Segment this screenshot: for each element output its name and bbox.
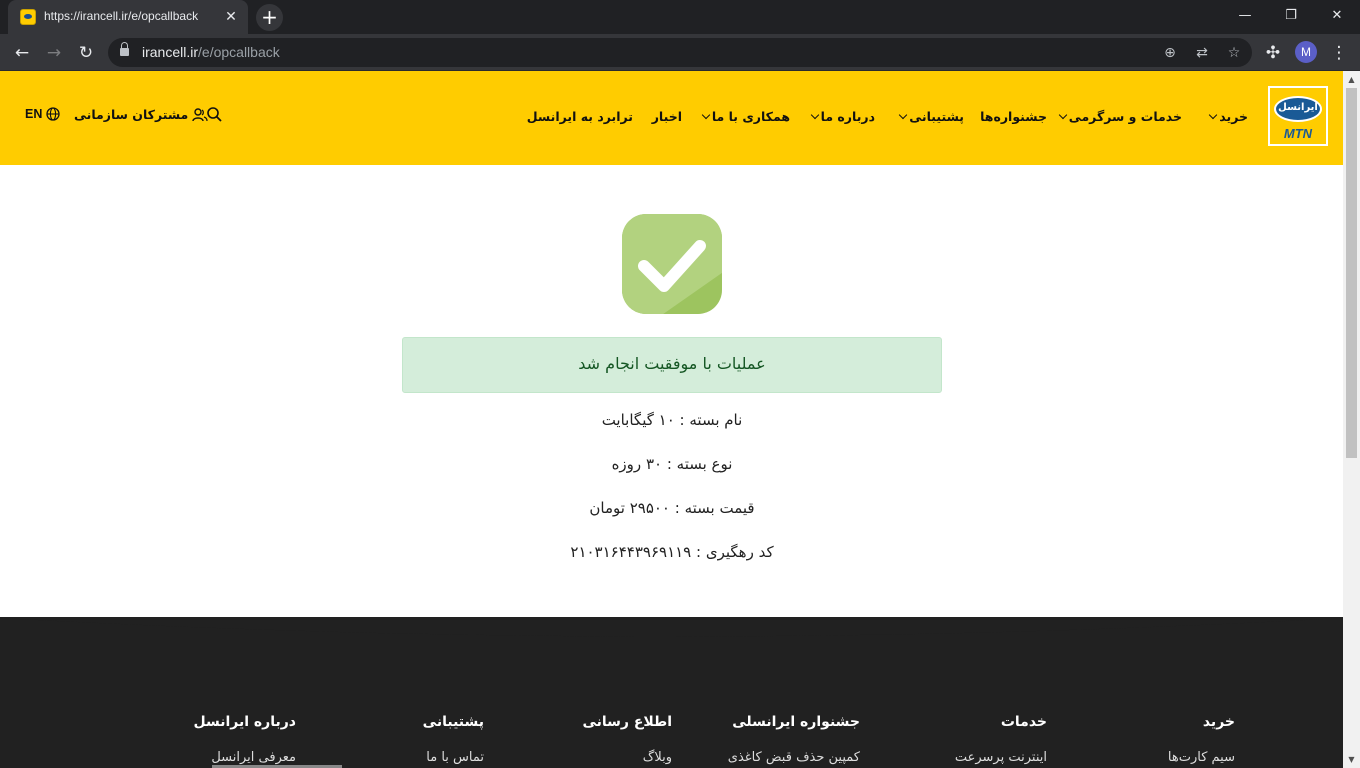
footer-link[interactable]: اینترنت پرسرعت [955,750,1047,765]
footer-column-festival: جشنواره ایرانسلی کمپین حذف قبض کاغذی [728,714,860,765]
footer-column-support: پشتیبانی تماس با ما [423,714,484,765]
footer-heading: خدمات [1000,714,1047,730]
footer-heading: جشنواره ایرانسلی [732,714,860,730]
footer-heading: اطلاع رسانی [582,714,672,730]
irancell-favicon-icon [20,9,36,25]
forward-arrow-icon[interactable]: → [41,40,67,66]
lock-icon[interactable] [120,42,129,56]
package-type: نوع بسته : ۳۰ روزه [611,455,733,473]
footer-column-buy: خرید سیم کارت‌ها [1168,714,1235,765]
package-name: نام بسته : ۱۰ گیگابایت [601,411,743,429]
install-app-icon[interactable]: ⊕ [1159,42,1181,64]
nav-item-buy[interactable]: خرید [1209,109,1248,124]
browser-tab-bar: https://irancell.ir/e/opcallback ✕ + — ❐… [0,0,1360,34]
nav-label: اخبار [651,109,682,124]
success-alert: عملیات با موفقیت انجام شد [402,337,942,393]
nav-label: درباره ما [820,109,875,124]
chevron-down-icon [701,110,711,120]
nav-item-festivals[interactable]: جشنواره‌ها [980,109,1047,124]
reload-icon[interactable]: ↻ [73,40,99,66]
chevron-down-icon [1209,110,1218,120]
extensions-puzzle-icon[interactable]: ✣ [1260,40,1286,66]
window-close-button[interactable]: ✕ [1325,5,1349,27]
tab-title: https://irancell.ir/e/opcallback [44,9,199,23]
back-arrow-icon[interactable]: ← [9,40,35,66]
chevron-down-icon [1058,110,1068,120]
users-icon [192,107,208,121]
scroll-down-arrow-icon[interactable]: ▼ [1343,751,1360,768]
browser-menu-icon[interactable]: ⋮ [1326,40,1352,66]
nav-item-about[interactable]: درباره ما [810,109,875,124]
footer-column-services: خدمات اینترنت پرسرعت [955,714,1047,765]
scroll-up-arrow-icon[interactable]: ▲ [1343,71,1360,88]
package-price: قیمت بسته : ۲۹۵۰۰ تومان [589,499,755,517]
tab-close-icon[interactable]: ✕ [222,8,240,26]
footer-column-news: اطلاع رسانی وبلاگ [582,714,672,765]
translate-icon[interactable]: ⇄ [1191,42,1213,64]
footer-link[interactable]: وبلاگ [582,750,672,765]
nav-label: خدمات و سرگرمی [1068,109,1182,124]
nav-label: همکاری با ما [711,109,790,124]
footer-link[interactable]: معرفی ایرانسل [193,750,296,765]
footer-heading: پشتیبانی [422,714,484,730]
footer-column-about: درباره ایرانسل معرفی ایرانسل [193,714,296,765]
new-tab-button[interactable]: + [256,4,283,31]
url-text[interactable]: irancell.ir/e/opcallback [142,44,280,60]
corporate-customers-link[interactable]: مشترکان سازمانی [74,107,208,122]
irancell-logo[interactable]: ایرانسل MTN [1268,86,1328,146]
corporate-label: مشترکان سازمانی [74,107,189,122]
nav-item-cooperation[interactable]: همکاری با ما [701,109,790,124]
browser-toolbar: ← → ↻ irancell.ir/e/opcallback ⊕ ⇄ ☆ ✣ M… [0,34,1360,71]
success-check-icon [622,214,722,314]
tracking-code: کد رهگیری : ۲۱۰۳۱۶۴۴۳۹۶۹۱۱۹ [570,543,774,561]
nav-label: ترابرد به ایرانسل [526,109,633,124]
restore-button[interactable]: ❐ [1279,5,1303,27]
chevron-down-icon [810,110,819,120]
nav-item-support[interactable]: پشتیبانی [898,109,964,124]
footer-heading: خرید [1202,714,1235,730]
nav-label: پشتیبانی [909,109,964,124]
profile-avatar[interactable]: M [1295,41,1317,63]
footer-link[interactable]: کمپین حذف قبض کاغذی [728,750,860,765]
nav-label: جشنواره‌ها [980,109,1047,124]
bookmark-star-icon[interactable]: ☆ [1223,42,1245,64]
footer-wave [0,618,1343,650]
footer-heading: درباره ایرانسل [193,714,296,730]
language-switch[interactable]: EN [25,107,61,121]
scrollbar-thumb[interactable] [1346,88,1357,458]
chevron-down-icon [898,110,908,120]
footer-link[interactable]: تماس با ما [423,750,484,765]
nav-label: خرید [1219,109,1248,124]
globe-icon [46,107,61,121]
site-header: ایرانسل MTN خرید خدمات و سرگرمی جشنواره‌… [0,71,1343,165]
nav-item-mnp[interactable]: ترابرد به ایرانسل [527,109,633,124]
browser-tab[interactable]: https://irancell.ir/e/opcallback ✕ [8,0,248,34]
address-bar[interactable]: irancell.ir/e/opcallback ⊕ ⇄ ☆ [108,38,1252,67]
language-label: EN [25,107,43,121]
footer-link[interactable]: سیم کارت‌ها [1168,750,1235,765]
nav-item-services[interactable]: خدمات و سرگرمی [1058,109,1182,124]
minimize-button[interactable]: — [1233,5,1257,27]
search-icon[interactable] [206,106,223,126]
nav-item-news[interactable]: اخبار [652,109,682,124]
